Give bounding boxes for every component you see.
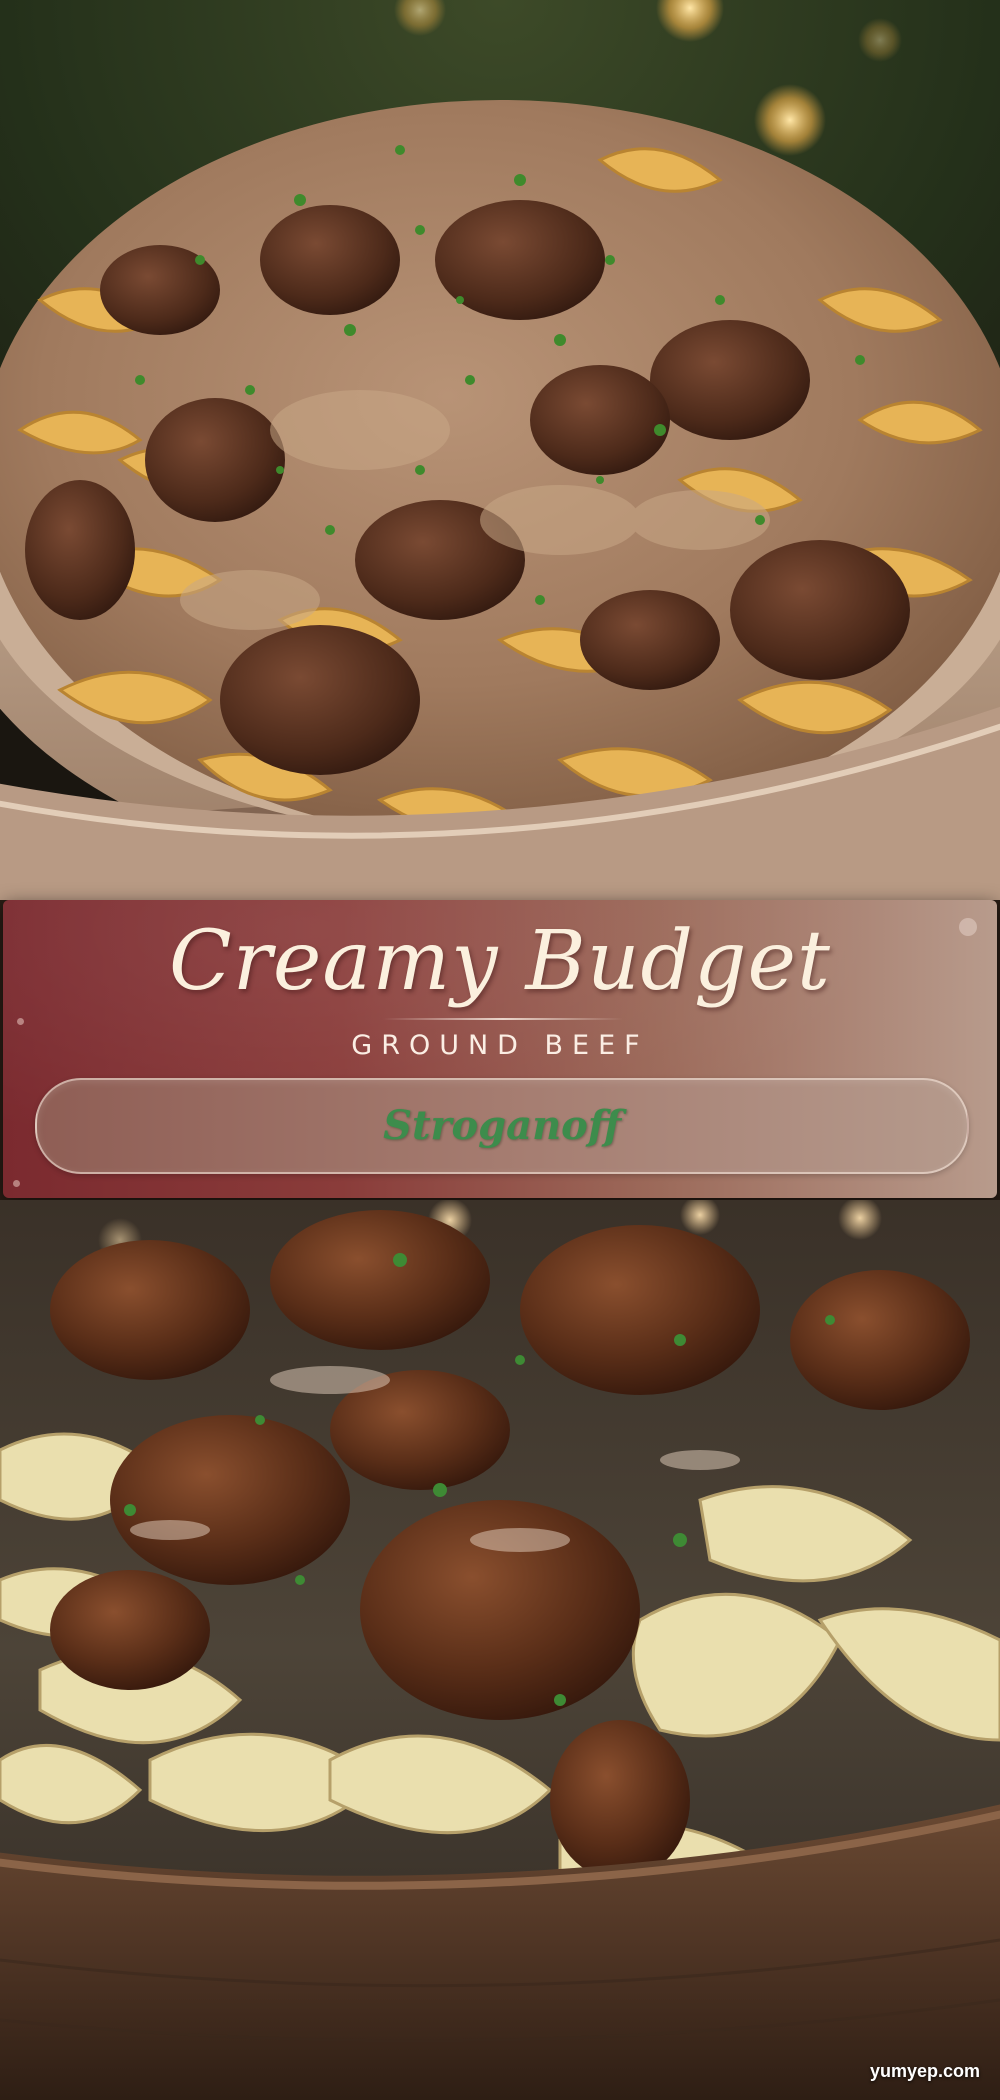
title-dish-name: Stroganoff [383,1102,621,1149]
title-subtitle: GROUND BEEF [351,1030,649,1061]
pin-graphic: Creamy Budget GROUND BEEF Stroganoff yum… [0,0,1000,2100]
top-food-photo [0,0,1000,900]
decorative-dot [17,1018,24,1025]
bottom-food-photo: yumyep.com [0,1200,1000,2100]
decorative-dot [13,1180,20,1187]
title-pill: Stroganoff [35,1078,969,1174]
watermark: yumyep.com [869,2061,980,2081]
title-main: Creamy Budget [168,914,832,1009]
title-banner: Creamy Budget GROUND BEEF Stroganoff [3,900,997,1198]
title-divider [383,1018,623,1020]
